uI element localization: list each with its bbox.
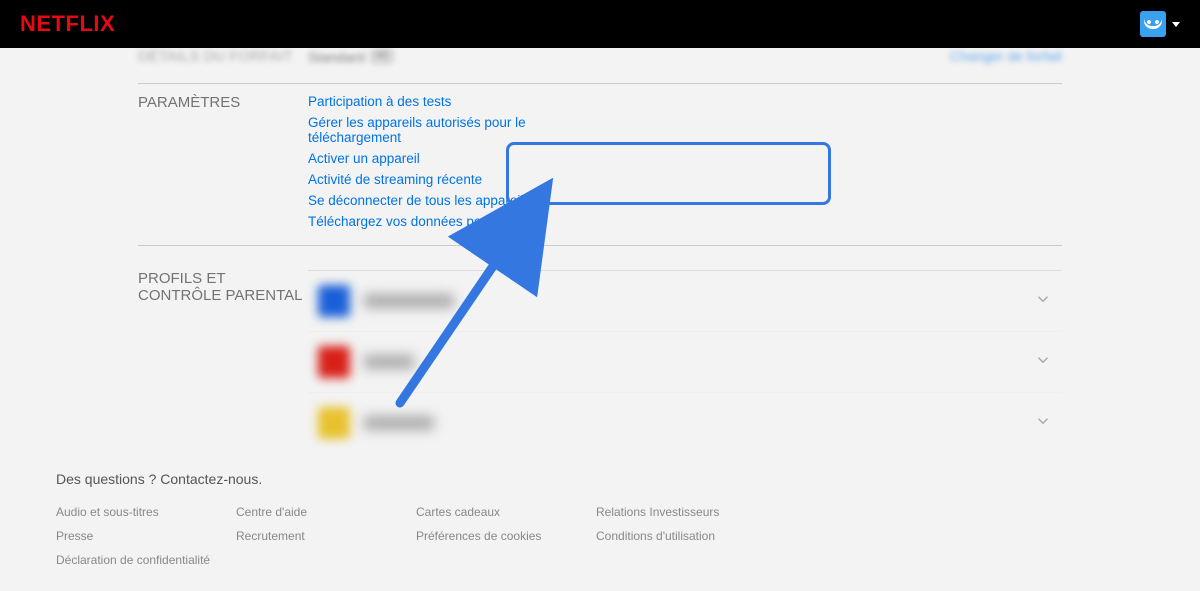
link-test-participation[interactable]: Participation à des tests (308, 94, 1062, 109)
account-content: DÉTAILS DU FORFAIT Standard HD Changer d… (138, 48, 1062, 514)
settings-section: PARAMÈTRES Participation à des tests Gér… (138, 84, 1062, 237)
change-plan-link[interactable]: Changer de forfait (950, 48, 1062, 65)
profile-avatar (318, 346, 350, 378)
footer-link[interactable]: Préférences de cookies (416, 529, 586, 543)
link-recent-streaming-activity[interactable]: Activité de streaming récente (308, 172, 1062, 187)
profile-name (364, 416, 434, 430)
chevron-down-icon (1034, 351, 1052, 374)
avatar-icon (1140, 11, 1166, 37)
link-sign-out-all-devices[interactable]: Se déconnecter de tous les appareils (308, 193, 1062, 208)
footer-link[interactable]: Conditions d'utilisation (596, 529, 766, 543)
profile-name (364, 355, 414, 369)
settings-section-label: PARAMÈTRES (138, 94, 308, 237)
hd-badge: HD (371, 50, 393, 63)
profile-avatar (318, 407, 350, 439)
profile-name (364, 294, 454, 308)
plan-section-label: DÉTAILS DU FORFAIT (138, 48, 308, 65)
footer-link[interactable]: Recrutement (236, 529, 406, 543)
footer-link[interactable]: Presse (56, 529, 226, 543)
divider (138, 245, 1062, 246)
footer-links-grid: Audio et sous-titres Presse Déclaration … (56, 505, 1144, 567)
plan-name: Standard (308, 49, 365, 65)
chevron-down-icon (1034, 290, 1052, 313)
footer-link[interactable]: Cartes cadeaux (416, 505, 586, 519)
settings-links: Participation à des tests Gérer les appa… (308, 94, 1062, 237)
footer: Des questions ? Contactez-nous. Audio et… (0, 447, 1200, 591)
plan-details-row: DÉTAILS DU FORFAIT Standard HD Changer d… (138, 48, 1062, 75)
chevron-down-icon (1034, 412, 1052, 435)
profile-row[interactable] (308, 393, 1062, 454)
link-download-personal-data[interactable]: Téléchargez vos données personnelles (308, 214, 1062, 229)
profile-row[interactable] (308, 332, 1062, 393)
header-bar: NETFLIX (0, 0, 1200, 48)
footer-link[interactable]: Audio et sous-titres (56, 505, 226, 519)
link-manage-download-devices[interactable]: Gérer les appareils autorisés pour le té… (308, 115, 528, 145)
netflix-logo[interactable]: NETFLIX (20, 11, 115, 37)
profile-row[interactable] (308, 271, 1062, 332)
footer-link[interactable]: Relations Investisseurs (596, 505, 766, 519)
footer-contact[interactable]: Des questions ? Contactez-nous. (56, 471, 1144, 487)
caret-down-icon (1172, 22, 1180, 27)
footer-link[interactable]: Centre d'aide (236, 505, 406, 519)
link-activate-device[interactable]: Activer un appareil (308, 151, 1062, 166)
profile-menu[interactable] (1140, 11, 1180, 37)
profile-avatar (318, 285, 350, 317)
footer-link[interactable]: Déclaration de confidentialité (56, 553, 226, 567)
